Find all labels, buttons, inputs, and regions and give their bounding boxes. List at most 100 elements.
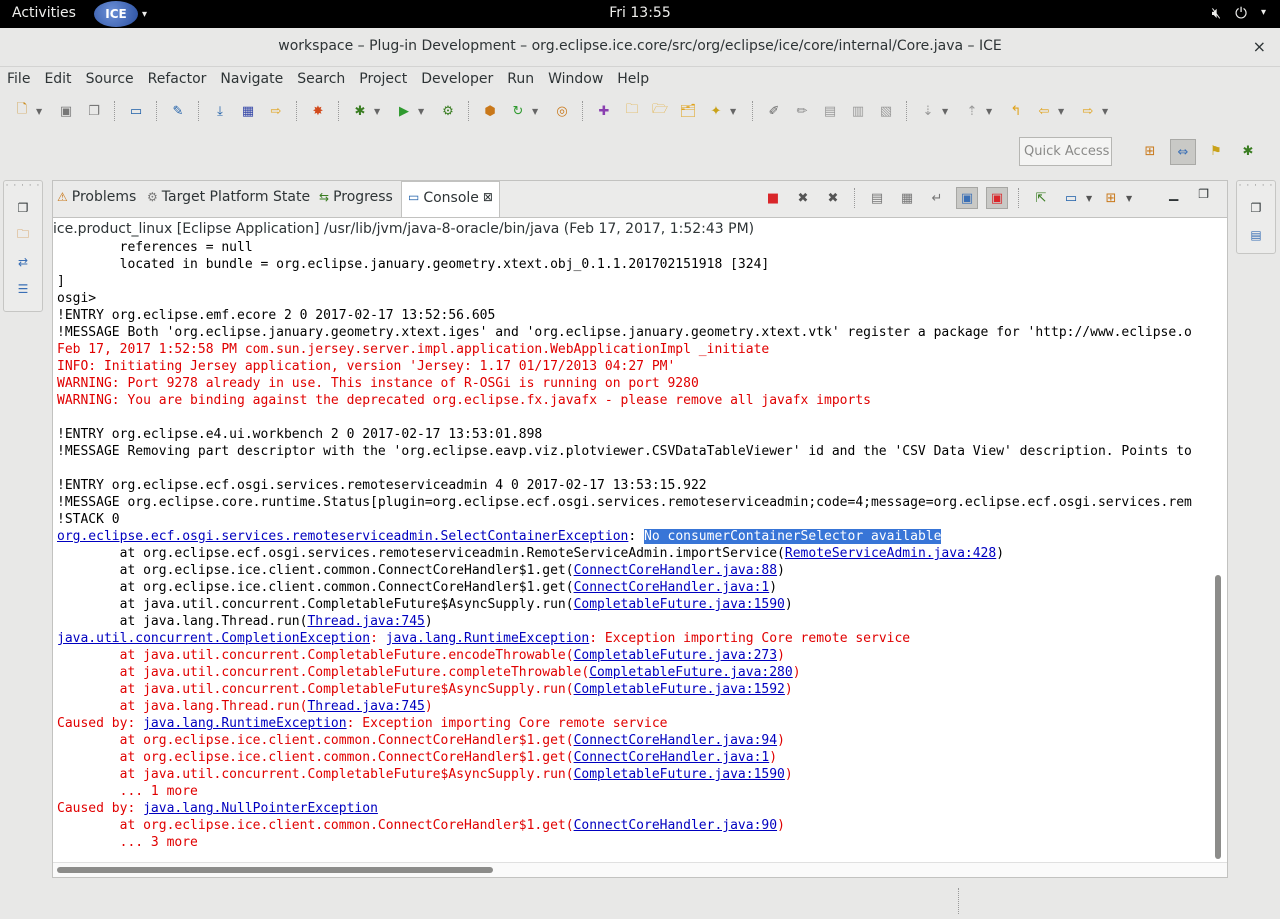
plugin-icon[interactable]: ✚ — [593, 100, 615, 122]
debug-icon[interactable]: ✱ — [349, 100, 371, 122]
new-icon[interactable]: 🗋︎ — [11, 100, 33, 122]
external-tools-icon[interactable]: ⚙ — [437, 100, 459, 122]
clock[interactable]: Fri 13:55 — [0, 5, 1280, 21]
minimize-icon[interactable]: ▁ — [1169, 187, 1178, 201]
app-menu[interactable]: ICE ▾ — [94, 0, 147, 28]
prev-annotation-icon[interactable]: ⇡ — [961, 100, 983, 122]
chevron-down-icon[interactable]: ▼ — [36, 107, 46, 116]
highlight-icon[interactable]: ✏ — [791, 100, 813, 122]
menu-developer[interactable]: Developer — [414, 68, 500, 92]
console-link[interactable]: RemoteServiceAdmin.java:428 — [785, 546, 996, 561]
chevron-down-icon[interactable]: ▼ — [418, 107, 428, 116]
menu-search[interactable]: Search — [290, 68, 352, 92]
save-all-icon[interactable]: ❐ — [83, 100, 105, 122]
scroll-lock-icon[interactable]: ▦ — [896, 187, 918, 209]
console-link[interactable]: Thread.java:745 — [307, 614, 424, 629]
remove-all-terminated-icon[interactable]: ✖ — [822, 187, 844, 209]
menu-file[interactable]: File — [0, 68, 37, 92]
save-icon[interactable]: ▣ — [55, 100, 77, 122]
console-link[interactable]: ConnectCoreHandler.java:88 — [574, 563, 778, 578]
open-folder-icon[interactable]: 🗀︎ — [621, 100, 643, 122]
remove-launch-icon[interactable]: ✖ — [792, 187, 814, 209]
restore-icon[interactable]: ❐ — [13, 198, 33, 218]
close-window-button[interactable]: × — [1253, 37, 1266, 56]
console-link[interactable]: ConnectCoreHandler.java:94 — [574, 733, 778, 748]
chevron-down-icon[interactable]: ▼ — [532, 107, 542, 116]
arrow-right-icon[interactable]: ⇨ — [265, 100, 287, 122]
console-link[interactable]: java.util.concurrent.CompletionException — [57, 631, 370, 646]
console-link[interactable]: Thread.java:745 — [307, 699, 424, 714]
console-link[interactable]: org.eclipse.ecf.osgi.services.remoteserv… — [57, 529, 628, 544]
menu-edit[interactable]: Edit — [37, 68, 78, 92]
menu-help[interactable]: Help — [610, 68, 656, 92]
menu-project[interactable]: Project — [352, 68, 414, 92]
wand-icon[interactable]: ✦ — [705, 100, 727, 122]
console-link[interactable]: java.lang.RuntimeException — [143, 716, 347, 731]
chevron-down-icon[interactable]: ▼ — [374, 107, 384, 116]
menu-refactor[interactable]: Refactor — [141, 68, 214, 92]
console-link[interactable]: ConnectCoreHandler.java:1 — [574, 750, 770, 765]
clear-console-icon[interactable]: ▤ — [866, 187, 888, 209]
plugin-perspective-icon[interactable]: ⇔ — [1170, 139, 1196, 165]
chevron-down-icon[interactable]: ▼ — [730, 107, 740, 116]
vertical-scrollbar[interactable] — [1213, 239, 1223, 864]
tab-target-platform-state[interactable]: ⚙ Target Platform State — [147, 189, 310, 205]
scrollbar-thumb[interactable] — [57, 867, 493, 873]
import-icon[interactable]: ⤓ — [209, 100, 231, 122]
menu-source[interactable]: Source — [79, 68, 141, 92]
console-link[interactable]: ConnectCoreHandler.java:1 — [574, 580, 770, 595]
pin-icon[interactable]: ✎ — [167, 100, 189, 122]
console-link[interactable]: CompletableFuture.java:1590 — [574, 767, 785, 782]
debug-perspective-icon[interactable]: ✱ — [1236, 139, 1260, 163]
chevron-down-icon[interactable]: ▼ — [1126, 194, 1136, 203]
activities-button[interactable]: Activities — [12, 5, 76, 21]
task-list-icon[interactable]: ▤ — [1246, 225, 1266, 245]
chevron-down-icon[interactable]: ▼ — [1102, 107, 1112, 116]
last-edit-icon[interactable]: ↰ — [1005, 100, 1027, 122]
plugins-icon[interactable]: ⇄ — [13, 252, 33, 272]
block-select-icon[interactable]: ▧ — [875, 100, 897, 122]
pin-console-icon[interactable]: ⇱ — [1030, 187, 1052, 209]
grid-icon[interactable]: ▦ — [237, 100, 259, 122]
console-link[interactable]: ConnectCoreHandler.java:90 — [574, 818, 778, 833]
show-console-on-stdout-icon[interactable]: ▣ — [956, 187, 978, 209]
tab-progress[interactable]: ⇆ Progress — [319, 189, 393, 205]
console-link[interactable]: CompletableFuture.java:280 — [589, 665, 793, 680]
chevron-down-icon[interactable]: ▼ — [942, 107, 952, 116]
chevron-down-icon[interactable]: ▼ — [1058, 107, 1068, 116]
console-link[interactable]: java.lang.RuntimeException — [386, 631, 590, 646]
package-icon[interactable]: ⬢ — [479, 100, 501, 122]
outline-icon[interactable]: ☰ — [13, 279, 33, 299]
drag-handle[interactable]: · · · · · — [1237, 181, 1275, 191]
menu-navigate[interactable]: Navigate — [213, 68, 290, 92]
close-tab-icon[interactable]: ⊠ — [483, 190, 493, 204]
chevron-down-icon[interactable]: ▼ — [1086, 194, 1096, 203]
terminal-icon[interactable]: ▭ — [125, 100, 147, 122]
open-type-icon[interactable]: ◎ — [551, 100, 573, 122]
menu-window[interactable]: Window — [541, 68, 610, 92]
folder-open-icon[interactable]: 🗂︎ — [677, 100, 699, 122]
annotation-icon[interactable]: ✐ — [763, 100, 785, 122]
quick-access-input[interactable]: Quick Access — [1019, 137, 1112, 166]
scrollbar-thumb[interactable] — [1215, 575, 1221, 859]
terminate-icon[interactable]: ■ — [762, 187, 784, 209]
console-link[interactable]: CompletableFuture.java:1592 — [574, 682, 785, 697]
forward-icon[interactable]: ⇨ — [1077, 100, 1099, 122]
package-explorer-icon[interactable]: 🗀︎ — [13, 225, 33, 245]
show-whitespace-icon[interactable]: ▥ — [847, 100, 869, 122]
next-annotation-icon[interactable]: ⇣ — [917, 100, 939, 122]
tab-console[interactable]: ▭ Console ⊠ — [401, 181, 500, 217]
horizontal-scrollbar[interactable] — [53, 862, 1227, 877]
word-wrap-icon[interactable]: ↵ — [926, 187, 948, 209]
restore-icon[interactable]: ❐ — [1246, 198, 1266, 218]
toggle-mark-icon[interactable]: ▤ — [819, 100, 841, 122]
console-link[interactable]: CompletableFuture.java:273 — [574, 648, 778, 663]
show-console-on-stderr-icon[interactable]: ▣ — [986, 187, 1008, 209]
console-link[interactable]: java.lang.NullPointerException — [143, 801, 378, 816]
menu-run[interactable]: Run — [500, 68, 541, 92]
drag-handle[interactable]: · · · · · — [4, 181, 42, 191]
open-perspective-icon[interactable]: ⊞ — [1138, 139, 1162, 163]
run-icon[interactable]: ▶ — [393, 100, 415, 122]
refresh-icon[interactable]: ↻ — [507, 100, 529, 122]
console-output[interactable]: references = null located in bundle = or… — [57, 239, 1215, 861]
